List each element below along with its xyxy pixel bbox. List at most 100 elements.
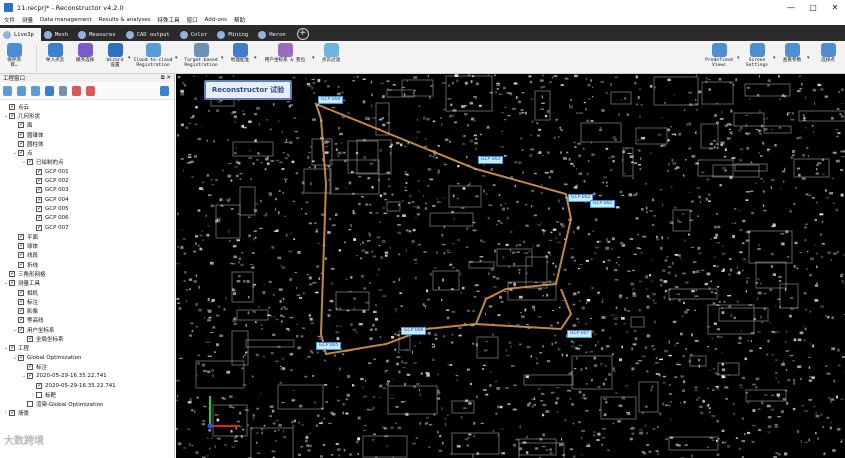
- tree-checkbox[interactable]: [18, 298, 24, 305]
- tree-checkbox[interactable]: [18, 316, 24, 324]
- tree-node[interactable]: 圆柱体: [0, 139, 174, 148]
- tree-node[interactable]: 影像: [0, 307, 174, 316]
- tree-node[interactable]: ⌄工程: [0, 344, 174, 353]
- c2c-dropdown-arrow[interactable]: ▾: [175, 55, 178, 61]
- point-cloud-canvas[interactable]: [176, 74, 845, 458]
- predefined-views-button[interactable]: Predefined Views: [702, 43, 736, 68]
- tree-node[interactable]: › 标靶: [0, 390, 174, 399]
- tree-checkbox[interactable]: [9, 270, 15, 277]
- tree-node[interactable]: 平面: [0, 232, 174, 241]
- tree-checkbox[interactable]: [18, 307, 24, 315]
- tree-node[interactable]: ⌄2020-05-29-16.35.22.741: [0, 372, 174, 381]
- tree-node[interactable]: 渲染-Global Optimization: [0, 400, 174, 409]
- tree-node[interactable]: 2020-05-29-16.35.22.741: [0, 381, 174, 390]
- params-dropdown-arrow[interactable]: ▾: [807, 55, 810, 61]
- tree-checkbox[interactable]: [36, 224, 42, 231]
- tree-checkbox[interactable]: [18, 251, 24, 259]
- georeference-button[interactable]: 地理配准: [227, 43, 253, 63]
- wizard-button[interactable]: Wizard 设置: [102, 43, 128, 68]
- tree-node[interactable]: 圆锥体: [0, 130, 174, 139]
- menu-measure[interactable]: 测量: [22, 16, 33, 24]
- tree-node[interactable]: 相机: [0, 288, 174, 297]
- tree-node[interactable]: ⌄已绘制的点: [0, 158, 174, 167]
- tree-checkbox[interactable]: [18, 233, 24, 240]
- tree-node[interactable]: 线段: [0, 251, 174, 260]
- delete-all-icon[interactable]: [86, 85, 96, 96]
- menu-addons[interactable]: Add-ons: [205, 17, 227, 23]
- tab-mining[interactable]: Mining: [214, 28, 255, 41]
- tree-node[interactable]: GCP 003: [0, 186, 174, 195]
- tree-checkbox[interactable]: [36, 186, 42, 194]
- tab-heron[interactable]: Heron: [255, 28, 293, 41]
- menu-special-tools[interactable]: 特殊工具: [158, 16, 180, 24]
- tree-node[interactable]: ⌄测量工具: [0, 279, 174, 288]
- maximize-button[interactable]: □: [802, 0, 824, 15]
- tree-checkbox[interactable]: [36, 382, 42, 389]
- tree-node[interactable]: 折线: [0, 260, 174, 269]
- views-dropdown-arrow[interactable]: ▾: [737, 55, 740, 61]
- gcp-label[interactable]: GCP 003: [478, 156, 504, 164]
- tree-node[interactable]: GCP 007: [0, 223, 174, 232]
- tree-checkbox[interactable]: [27, 158, 33, 166]
- tree-checkbox[interactable]: [18, 326, 24, 333]
- tree-node[interactable]: 球体: [0, 241, 174, 250]
- gcp-label[interactable]: GCP 006: [401, 327, 427, 335]
- tree-node[interactable]: GCP 001: [0, 167, 174, 176]
- tree-checkbox[interactable]: [36, 196, 42, 203]
- tree-checkbox[interactable]: [36, 391, 42, 398]
- menu-window[interactable]: 窗口: [187, 16, 198, 24]
- menu-help[interactable]: 帮助: [234, 16, 245, 24]
- tree-checkbox[interactable]: [18, 354, 24, 361]
- tree-checkbox[interactable]: [9, 279, 15, 287]
- download-icon[interactable]: [30, 85, 40, 96]
- delete-icon[interactable]: [72, 85, 82, 96]
- tree-checkbox[interactable]: [36, 214, 42, 222]
- panel-window-controls[interactable]: ⧉ ✕: [161, 75, 171, 82]
- tree-checkbox[interactable]: [27, 363, 33, 370]
- tree-node[interactable]: 标注: [0, 362, 174, 371]
- menu-results[interactable]: Results & analyses: [99, 17, 151, 23]
- tree-checkbox[interactable]: [9, 344, 15, 352]
- tree-checkbox[interactable]: [36, 168, 42, 175]
- tree-checkbox[interactable]: [18, 140, 24, 147]
- tree-node[interactable]: GCP 006: [0, 214, 174, 223]
- tree-checkbox[interactable]: [36, 177, 42, 185]
- screen-dropdown-arrow[interactable]: ▾: [773, 55, 776, 61]
- target-based-button[interactable]: Target-based Registration: [181, 43, 221, 68]
- view-params-button[interactable]: 查看参数: [778, 43, 806, 63]
- target-dropdown-arrow[interactable]: ▾: [221, 55, 224, 61]
- tab-color[interactable]: Color: [177, 28, 215, 41]
- save-project-button[interactable]: 保存项目…: [4, 43, 24, 68]
- import-pointcloud-button[interactable]: 导入点云: [42, 43, 68, 63]
- tab-live3p[interactable]: Live3p: [0, 28, 41, 41]
- close-button[interactable]: ✕: [824, 0, 845, 15]
- tree-node[interactable]: ⌄点: [0, 148, 174, 157]
- sequential-select-button[interactable]: 顺序选择: [72, 43, 98, 63]
- tree-node[interactable]: 全局坐标系: [0, 334, 174, 343]
- warning-icon[interactable]: [58, 85, 68, 96]
- tree-node[interactable]: GCP 005: [0, 204, 174, 213]
- wizard-dropdown-arrow[interactable]: ▾: [128, 55, 131, 61]
- tree-node[interactable]: 等高线: [0, 316, 174, 325]
- geo-dropdown-arrow[interactable]: ▾: [254, 55, 257, 61]
- 3d-viewport[interactable]: [176, 74, 845, 458]
- export-icon[interactable]: [3, 85, 12, 96]
- gcp-label[interactable]: GCP 001: [590, 200, 616, 208]
- tree-node[interactable]: ⌄用户坐标系: [0, 325, 174, 334]
- tree-node[interactable]: ⌄Global Optimization: [0, 353, 174, 362]
- tree-checkbox[interactable]: [18, 261, 24, 268]
- gcp-label[interactable]: GCP 007: [567, 330, 593, 338]
- tree-node[interactable]: 标注: [0, 297, 174, 306]
- tree-checkbox[interactable]: [9, 112, 15, 119]
- tab-measures[interactable]: Measures: [75, 28, 123, 41]
- ucs-transform-button[interactable]: 用户坐标系 & 变位: [260, 43, 310, 63]
- tree-checkbox[interactable]: [9, 103, 15, 110]
- cloud-to-cloud-button[interactable]: Cloud-to-cloud Registration: [132, 43, 174, 68]
- tree-checkbox[interactable]: [18, 121, 24, 129]
- minimize-button[interactable]: —: [780, 0, 802, 15]
- add-tab-button[interactable]: +: [296, 28, 309, 40]
- tree-checkbox[interactable]: [9, 409, 15, 417]
- tree-node[interactable]: 点云: [0, 102, 174, 111]
- gcp-label[interactable]: GCP 005: [316, 342, 342, 350]
- tree-checkbox[interactable]: [18, 242, 24, 250]
